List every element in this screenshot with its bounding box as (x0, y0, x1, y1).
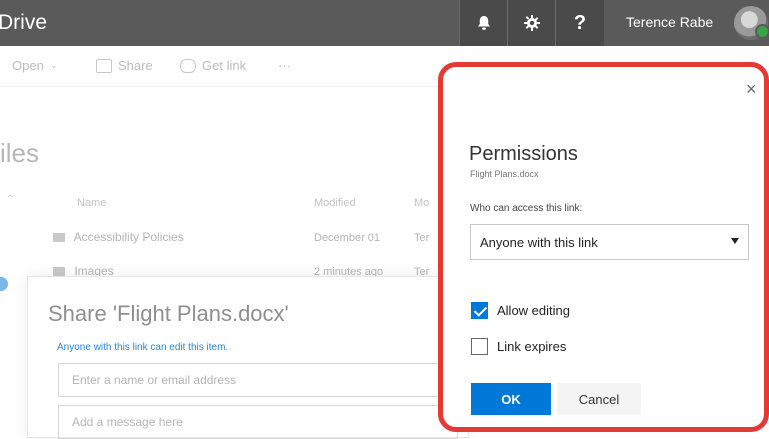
chevron-down-icon (731, 238, 739, 244)
get-link-command[interactable]: Get link (180, 58, 246, 73)
chevron-down-icon: ⌄ (49, 60, 58, 70)
link-expires-checkbox[interactable] (471, 338, 488, 355)
get-link-label: Get link (202, 58, 247, 73)
dialog-file-name: Flight Plans.docx (470, 169, 539, 179)
gear-icon (524, 15, 540, 31)
file-modified: December 01 (314, 232, 381, 244)
top-bar: Drive ? Terence Rabe (0, 0, 769, 46)
recipient-input[interactable]: Enter a name or email address (58, 363, 458, 397)
avatar[interactable] (734, 6, 769, 40)
bell-icon (478, 16, 490, 30)
presence-available-icon (755, 24, 769, 39)
selection-marker (0, 277, 8, 291)
notifications-button[interactable] (459, 0, 508, 46)
folder-icon (53, 233, 65, 243)
list-item[interactable]: Accessibility Policies (53, 230, 184, 244)
file-modified-by: Ter (414, 232, 430, 244)
column-header-name[interactable]: Name (77, 197, 106, 209)
share-label: Share (118, 58, 153, 73)
sort-icon: ⌃ (6, 194, 15, 205)
help-icon: ? (573, 11, 587, 34)
share-link-permission-link[interactable]: Anyone with this link can edit this item… (57, 342, 228, 353)
more-icon: ··· (278, 58, 291, 73)
access-select-value: Anyone with this link (480, 235, 598, 250)
file-name: Accessibility Policies (73, 230, 184, 244)
link-expires-label[interactable]: Link expires (497, 339, 566, 354)
access-question: Who can access this link: (470, 203, 583, 214)
ok-button[interactable]: OK (471, 383, 551, 415)
share-title: Share 'Flight Plans.docx' (48, 301, 289, 326)
link-icon (180, 58, 196, 73)
permissions-dialog: × Permissions Flight Plans.docx Who can … (438, 62, 769, 432)
access-select[interactable]: Anyone with this link (470, 224, 749, 260)
cancel-button[interactable]: Cancel (557, 383, 641, 415)
column-header-modified-by[interactable]: Mo (414, 197, 429, 209)
ok-label: OK (501, 391, 521, 407)
message-input[interactable]: Add a message here (58, 405, 458, 439)
page-title: iles (0, 138, 40, 168)
allow-editing-label[interactable]: Allow editing (497, 303, 570, 318)
allow-editing-checkbox[interactable] (471, 302, 488, 319)
share-command[interactable]: Share (96, 58, 153, 73)
user-name[interactable]: Terence Rabe (626, 14, 713, 30)
open-command[interactable]: Open ⌄ (12, 58, 57, 73)
app-title[interactable]: Drive (0, 11, 47, 35)
share-panel: Share 'Flight Plans.docx' Anyone with th… (27, 276, 469, 439)
column-header-modified[interactable]: Modified (314, 197, 356, 209)
open-label: Open (12, 58, 44, 73)
more-command[interactable]: ··· (278, 58, 291, 73)
cancel-label: Cancel (578, 391, 620, 407)
close-icon[interactable]: × (746, 80, 757, 98)
folder-icon (53, 267, 65, 277)
settings-button[interactable] (507, 0, 556, 46)
share-icon (96, 58, 112, 73)
dialog-title: Permissions (469, 143, 578, 165)
help-button[interactable]: ? (555, 0, 604, 46)
